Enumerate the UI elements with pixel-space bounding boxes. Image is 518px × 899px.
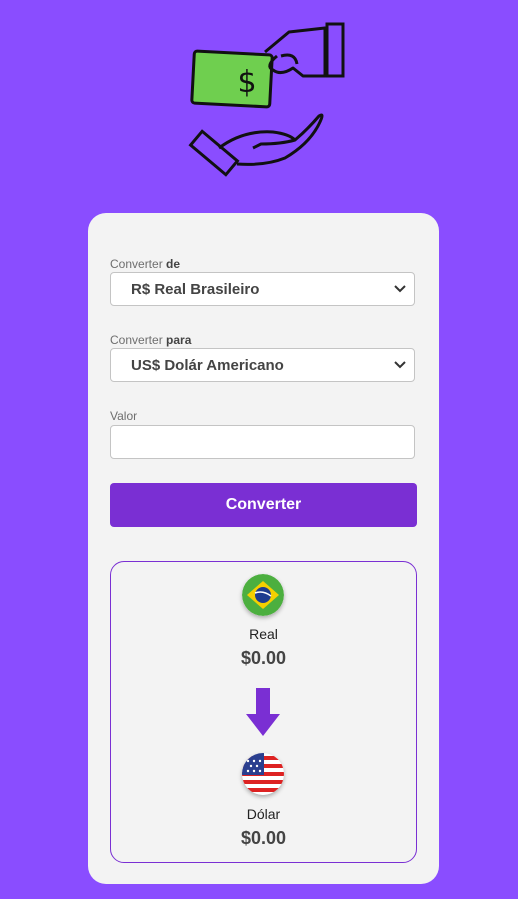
to-label: Converter para: [110, 333, 192, 347]
amount-input[interactable]: [110, 425, 415, 459]
arrow-down-icon: [246, 688, 280, 736]
amount-label: Valor: [110, 409, 138, 423]
convert-button[interactable]: Converter: [110, 483, 417, 527]
from-currency-value: R$ Real Brasileiro: [131, 280, 260, 298]
from-currency-select[interactable]: R$ Real Brasileiro: [110, 272, 415, 306]
svg-text:$: $: [237, 65, 256, 100]
from-currency-name: Real: [249, 626, 278, 642]
to-currency-select[interactable]: US$ Dolár Americano: [110, 348, 415, 382]
chevron-down-icon: [394, 361, 406, 369]
money-handover-icon: $: [188, 22, 345, 177]
from-label: Converter de: [110, 257, 181, 271]
usa-flag-icon: [242, 753, 284, 795]
result-panel: Real $0.00 Dólar $0.00: [110, 561, 417, 863]
brazil-flag-icon: [242, 574, 284, 616]
to-currency-name: Dólar: [246, 806, 281, 822]
converter-card: Converter de R$ Real Brasileiro Converte…: [88, 213, 439, 884]
to-currency-value-display: $0.00: [240, 828, 287, 848]
chevron-down-icon: [394, 285, 406, 293]
to-currency-value: US$ Dolár Americano: [131, 356, 284, 374]
from-currency-value-display: $0.00: [240, 648, 287, 668]
